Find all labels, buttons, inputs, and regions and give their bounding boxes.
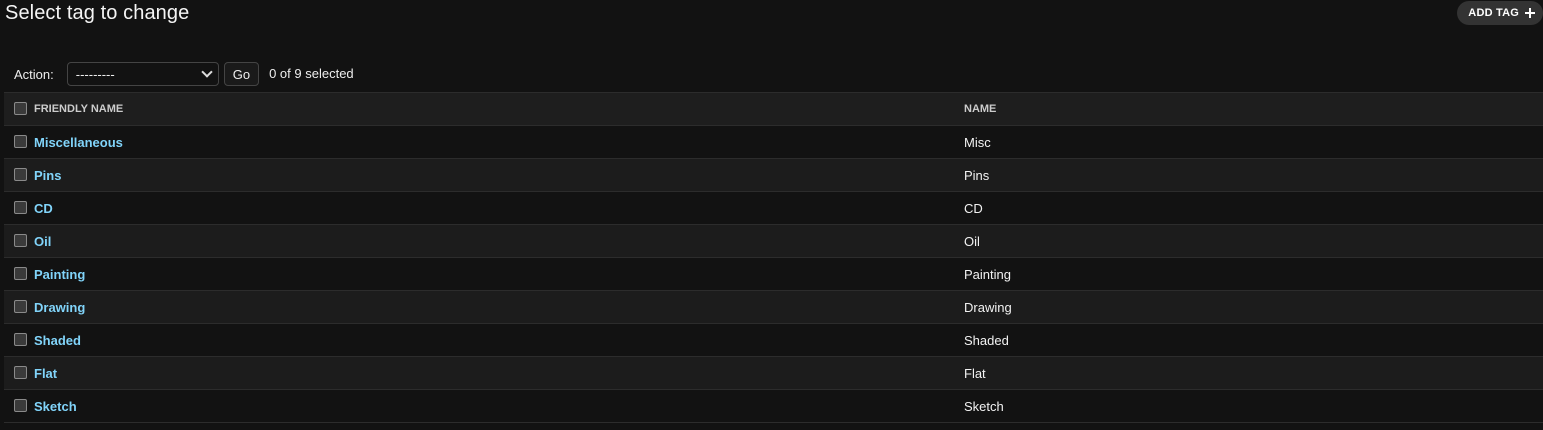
action-select[interactable]: --------- bbox=[66, 62, 219, 86]
actions-bar: Action: --------- Go 0 of 9 selected bbox=[0, 56, 1543, 92]
row-select-cell bbox=[4, 224, 34, 258]
table-bottom-border bbox=[0, 423, 1543, 430]
table-row: Sketch Sketch bbox=[4, 389, 1543, 423]
row-select-cell bbox=[4, 158, 34, 192]
row-select-cell bbox=[4, 323, 34, 357]
name-cell: Oil bbox=[964, 224, 1543, 258]
row-select-cell bbox=[4, 257, 34, 291]
row-checkbox[interactable] bbox=[14, 200, 27, 214]
friendly-name-link[interactable]: Painting bbox=[34, 267, 85, 282]
row-checkbox[interactable] bbox=[14, 398, 27, 412]
name-cell: Flat bbox=[964, 356, 1543, 390]
friendly-name-link[interactable]: Sketch bbox=[34, 399, 77, 414]
friendly-name-cell: Painting bbox=[34, 257, 964, 291]
friendly-name-link[interactable]: Drawing bbox=[34, 300, 85, 315]
row-checkbox[interactable] bbox=[14, 266, 27, 280]
action-label: Action: bbox=[14, 66, 54, 82]
column-header-name[interactable]: NAME bbox=[964, 92, 1543, 126]
name-cell: Sketch bbox=[964, 389, 1543, 423]
name-cell: CD bbox=[964, 191, 1543, 225]
friendly-name-link[interactable]: CD bbox=[34, 201, 53, 216]
friendly-name-cell: Pins bbox=[34, 158, 964, 192]
tag-changelist-page: Select tag to change ADD TAG Action: ---… bbox=[0, 0, 1543, 430]
name-cell: Pins bbox=[964, 158, 1543, 192]
row-checkbox[interactable] bbox=[14, 233, 27, 247]
table-row: Drawing Drawing bbox=[4, 290, 1543, 324]
column-header-friendly-name[interactable]: FRIENDLY NAME bbox=[34, 92, 964, 126]
select-all-cell bbox=[4, 92, 34, 126]
plus-icon bbox=[1525, 8, 1535, 18]
page-title: Select tag to change bbox=[5, 2, 190, 24]
table-row: Painting Painting bbox=[4, 257, 1543, 291]
friendly-name-cell: Drawing bbox=[34, 290, 964, 324]
friendly-name-link[interactable]: Oil bbox=[34, 234, 51, 249]
friendly-name-cell: Flat bbox=[34, 356, 964, 390]
row-select-cell bbox=[4, 125, 34, 159]
friendly-name-cell: Shaded bbox=[34, 323, 964, 357]
name-cell: Drawing bbox=[964, 290, 1543, 324]
table-row: Shaded Shaded bbox=[4, 323, 1543, 357]
row-checkbox[interactable] bbox=[14, 167, 27, 181]
results-table: FRIENDLY NAME NAME Miscellaneous Misc Pins… bbox=[4, 92, 1543, 423]
friendly-name-link[interactable]: Miscellaneous bbox=[34, 135, 123, 150]
friendly-name-link[interactable]: Pins bbox=[34, 168, 61, 183]
row-select-cell bbox=[4, 389, 34, 423]
row-select-cell bbox=[4, 290, 34, 324]
name-cell: Misc bbox=[964, 125, 1543, 159]
table-row: Flat Flat bbox=[4, 356, 1543, 390]
table-row: Pins Pins bbox=[4, 158, 1543, 192]
friendly-name-cell: CD bbox=[34, 191, 964, 225]
table-row: Miscellaneous Misc bbox=[4, 125, 1543, 159]
select-all-checkbox[interactable] bbox=[14, 101, 27, 115]
row-select-cell bbox=[4, 356, 34, 390]
row-checkbox[interactable] bbox=[14, 365, 27, 379]
chevron-down-icon bbox=[201, 66, 213, 78]
add-tag-button[interactable]: ADD TAG bbox=[1457, 1, 1543, 25]
go-button[interactable]: Go bbox=[223, 62, 260, 86]
selection-counter: 0 of 9 selected bbox=[269, 65, 354, 81]
action-select-value: --------- bbox=[75, 66, 115, 82]
row-checkbox[interactable] bbox=[14, 134, 27, 148]
row-select-cell bbox=[4, 191, 34, 225]
friendly-name-cell: Miscellaneous bbox=[34, 125, 964, 159]
friendly-name-cell: Oil bbox=[34, 224, 964, 258]
row-checkbox[interactable] bbox=[14, 332, 27, 346]
name-cell: Painting bbox=[964, 257, 1543, 291]
table-header-row: FRIENDLY NAME NAME bbox=[4, 92, 1543, 126]
friendly-name-link[interactable]: Flat bbox=[34, 366, 57, 381]
row-checkbox[interactable] bbox=[14, 299, 27, 313]
table-row: CD CD bbox=[4, 191, 1543, 225]
name-cell: Shaded bbox=[964, 323, 1543, 357]
table-row: Oil Oil bbox=[4, 224, 1543, 258]
add-tag-button-label: ADD TAG bbox=[1468, 7, 1519, 19]
friendly-name-cell: Sketch bbox=[34, 389, 964, 423]
friendly-name-link[interactable]: Shaded bbox=[34, 333, 81, 348]
